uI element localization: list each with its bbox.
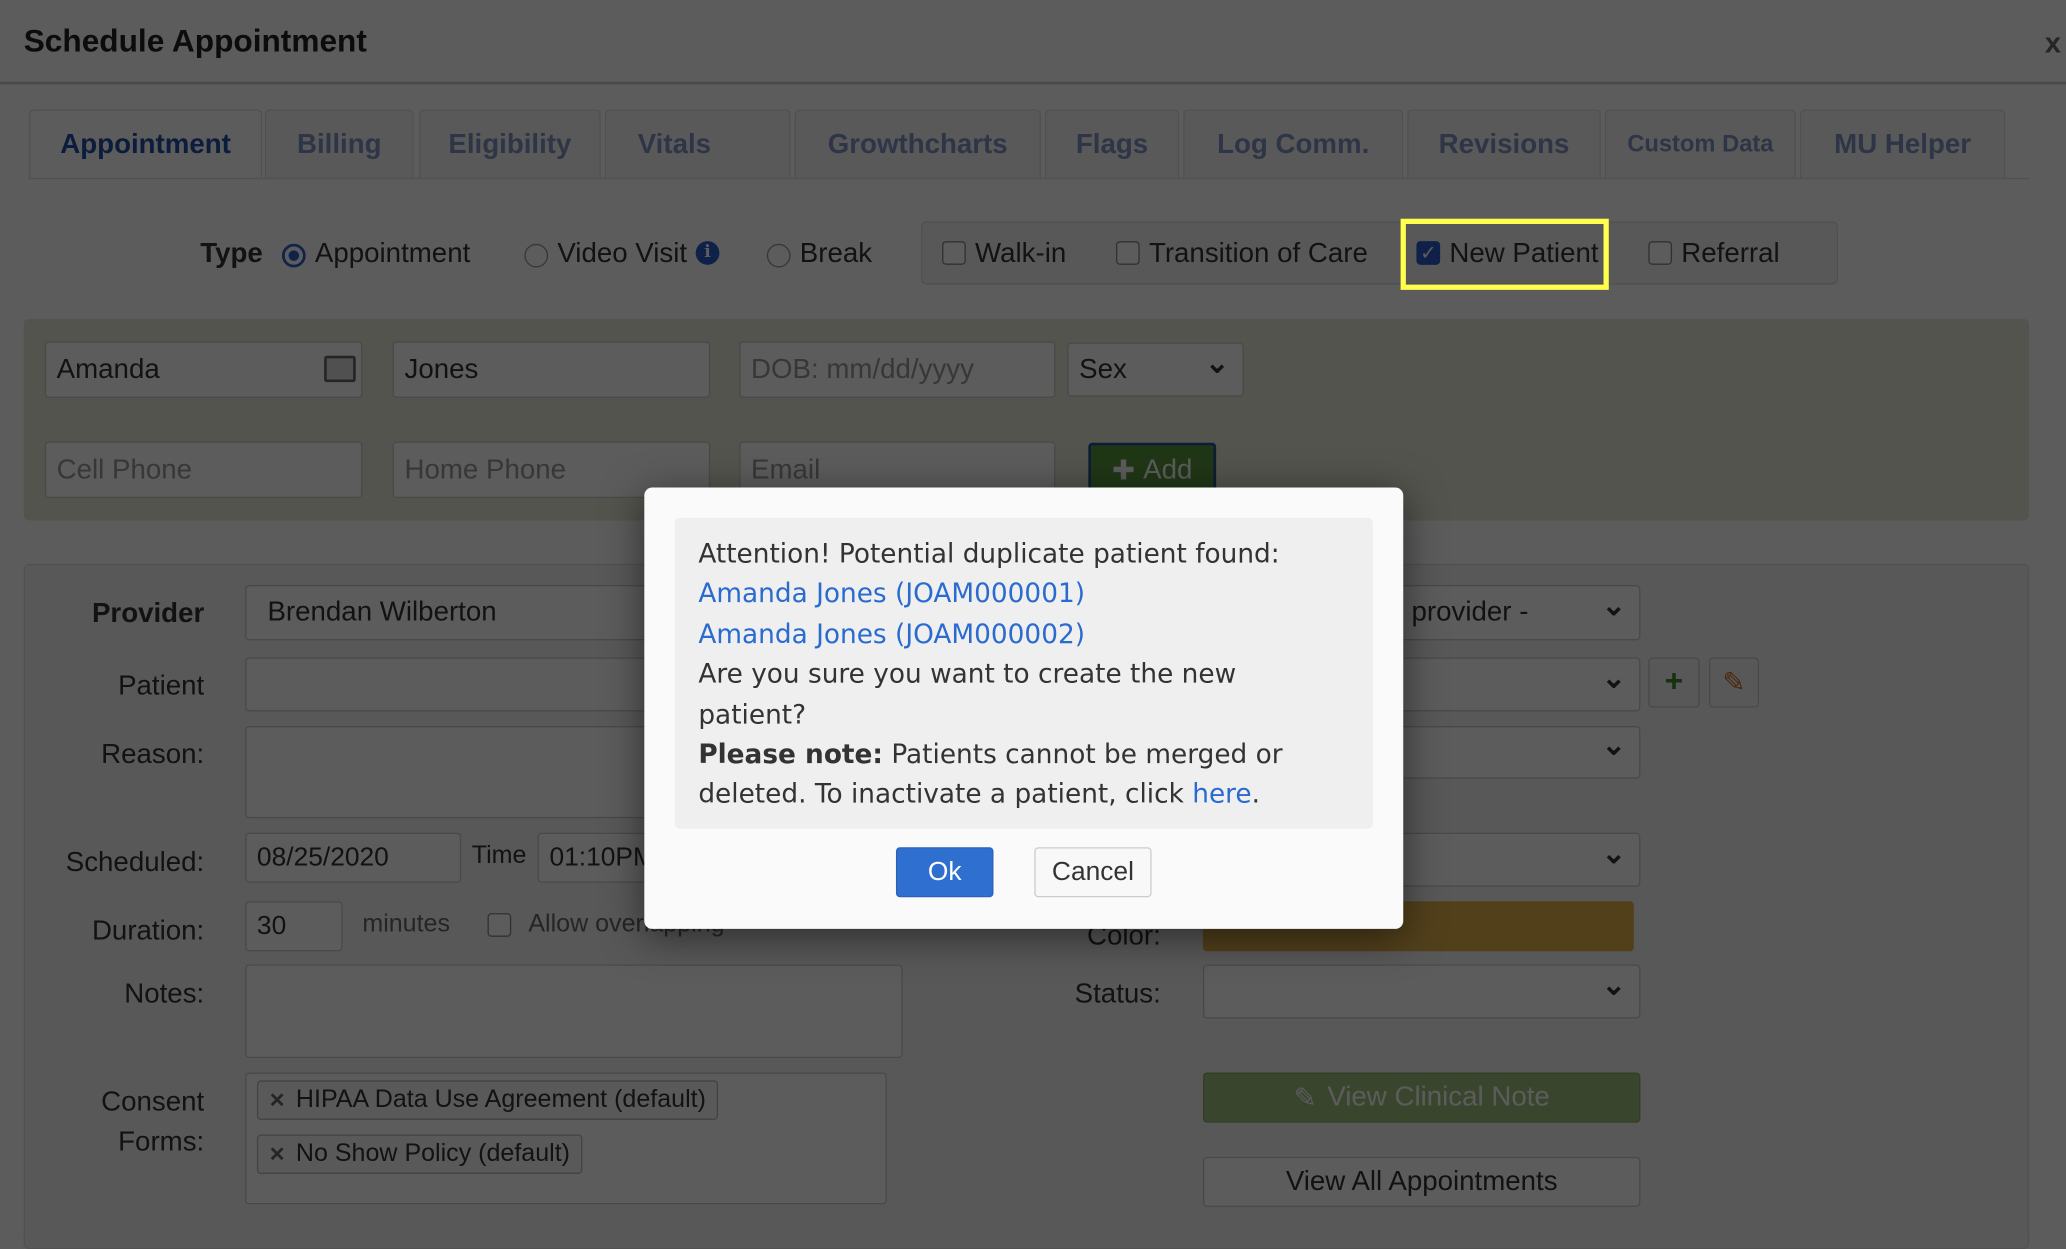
- note-end: .: [1251, 777, 1261, 810]
- add-label: Add: [1143, 454, 1193, 485]
- transition-of-care-label[interactable]: Transition of Care: [1149, 238, 1368, 270]
- tab-log-comm[interactable]: Log Comm.: [1183, 109, 1404, 178]
- duplicate-patient-link[interactable]: Amanda Jones (JOAM000001): [698, 578, 1085, 610]
- walk-in-label[interactable]: Walk-in: [975, 238, 1066, 270]
- tab-billing[interactable]: Billing: [264, 109, 414, 178]
- referral-label[interactable]: Referral: [1681, 238, 1779, 270]
- first-name-input[interactable]: Amanda: [44, 341, 363, 398]
- contact-card-icon[interactable]: [324, 355, 356, 383]
- patient-label: Patient: [118, 670, 205, 701]
- walk-in-checkbox[interactable]: [942, 241, 966, 265]
- tab-flags[interactable]: Flags: [1044, 109, 1180, 178]
- transition-of-care-checkbox[interactable]: [1116, 241, 1140, 265]
- forms-label: Forms:: [118, 1126, 205, 1157]
- provider-select-value: provider -: [1411, 596, 1529, 628]
- remove-icon[interactable]: ✕: [269, 1142, 286, 1166]
- allow-overlapping-checkbox[interactable]: [487, 913, 512, 937]
- tab-eligibility[interactable]: Eligibility: [418, 109, 601, 178]
- edit-patient-button[interactable]: ✎: [1708, 657, 1759, 708]
- scheduled-date-input[interactable]: 08/25/2020: [245, 832, 462, 883]
- info-circle-icon[interactable]: i: [695, 241, 720, 265]
- new-patient-label[interactable]: New Patient: [1449, 238, 1598, 270]
- inactivate-here-link[interactable]: here: [1192, 778, 1251, 810]
- scheduled-date-value: 08/25/2020: [256, 842, 389, 872]
- referral-checkbox[interactable]: [1648, 241, 1673, 265]
- divider: [0, 81, 2066, 85]
- time-label: Time: [471, 841, 527, 870]
- view-clinical-note-button[interactable]: ✎ View Clinical Note: [1202, 1072, 1641, 1123]
- dialog-question: Are you sure you want to create the new …: [698, 657, 1237, 730]
- notes-textarea[interactable]: [245, 964, 903, 1059]
- sex-value: Sex: [1079, 353, 1127, 385]
- remove-icon[interactable]: ✕: [269, 1088, 286, 1112]
- tab-appointment[interactable]: Appointment: [28, 109, 263, 178]
- provider-label: Provider: [91, 598, 205, 629]
- plus-icon: +: [1664, 664, 1684, 700]
- consent-tag: ✕ No Show Policy (default): [256, 1134, 582, 1174]
- type-break-label[interactable]: Break: [800, 238, 872, 270]
- tab-mu-helper[interactable]: MU Helper: [1799, 109, 2006, 178]
- last-name-value: Jones: [404, 353, 479, 385]
- type-appointment-radio[interactable]: [281, 243, 306, 268]
- consent-label: Consent: [101, 1087, 205, 1118]
- add-patient-plus-button[interactable]: +: [1648, 657, 1700, 708]
- last-name-input[interactable]: Jones: [392, 341, 711, 398]
- cancel-button[interactable]: Cancel: [1034, 847, 1152, 898]
- close-icon[interactable]: x: [2045, 26, 2061, 60]
- dialog-attention: Attention! Potential duplicate patient f…: [698, 537, 1280, 570]
- reason-label: Reason:: [101, 739, 205, 770]
- view-all-appointments-button[interactable]: View All Appointments: [1202, 1156, 1641, 1207]
- email-placeholder: Email: [751, 453, 821, 485]
- tab-revisions[interactable]: Revisions: [1407, 109, 1601, 178]
- type-video-visit-radio[interactable]: [524, 243, 549, 268]
- tab-vitals[interactable]: Vitals: [604, 109, 791, 178]
- sex-select[interactable]: Sex: [1067, 342, 1244, 397]
- type-break-radio[interactable]: [766, 243, 791, 268]
- scheduled-label: Scheduled:: [65, 847, 205, 878]
- duration-value: 30: [256, 911, 287, 941]
- time-value: 01:10PM: [549, 842, 655, 872]
- ok-button[interactable]: Ok: [895, 847, 994, 898]
- dob-placeholder: DOB: mm/dd/yyyy: [751, 353, 974, 385]
- tab-custom-data[interactable]: Custom Data: [1604, 109, 1796, 178]
- pencil-icon: ✎: [1722, 667, 1746, 698]
- provider-value: Brendan Wilberton: [267, 596, 497, 628]
- type-appointment-label[interactable]: Appointment: [315, 238, 470, 270]
- type-video-visit-label[interactable]: Video Visit: [557, 238, 687, 270]
- dialog-message: Attention! Potential duplicate patient f…: [674, 517, 1373, 829]
- consent-tag-label: No Show Policy (default): [295, 1139, 571, 1168]
- tab-growthcharts[interactable]: Growthcharts: [794, 109, 1041, 178]
- first-name-value: Amanda: [56, 353, 160, 385]
- notes-label: Notes:: [124, 978, 205, 1010]
- tab-underline: [28, 177, 2030, 180]
- cell-phone-placeholder: Cell Phone: [56, 453, 193, 485]
- status-select[interactable]: [1202, 964, 1641, 1019]
- plus-icon: ✚: [1112, 455, 1136, 486]
- note-bold: Please note:: [698, 737, 883, 770]
- duplicate-patient-dialog: Attention! Potential duplicate patient f…: [644, 487, 1404, 929]
- dob-input[interactable]: DOB: mm/dd/yyyy: [739, 341, 1056, 398]
- dialog-note: Please note: Patients cannot be merged o…: [698, 734, 1349, 814]
- edit-note-icon: ✎: [1293, 1082, 1317, 1113]
- window-title: Schedule Appointment: [23, 23, 367, 60]
- minutes-label: minutes: [362, 910, 451, 939]
- duration-label: Duration:: [91, 915, 205, 947]
- new-patient-checkbox[interactable]: ✓: [1416, 241, 1441, 265]
- duplicate-patient-link[interactable]: Amanda Jones (JOAM000002): [698, 618, 1085, 650]
- duration-input[interactable]: 30: [245, 901, 343, 952]
- schedule-appointment-window: Schedule Appointment x Appointment Billi…: [0, 0, 2066, 1249]
- home-phone-placeholder: Home Phone: [404, 453, 567, 485]
- view-clinical-note-label: View Clinical Note: [1327, 1081, 1550, 1113]
- status-label: Status:: [1074, 978, 1161, 1010]
- type-label: Type: [200, 238, 263, 269]
- consent-tag: ✕ HIPAA Data Use Agreement (default): [256, 1080, 718, 1120]
- cell-phone-input[interactable]: Cell Phone: [44, 441, 363, 499]
- consent-tag-label: HIPAA Data Use Agreement (default): [295, 1085, 706, 1114]
